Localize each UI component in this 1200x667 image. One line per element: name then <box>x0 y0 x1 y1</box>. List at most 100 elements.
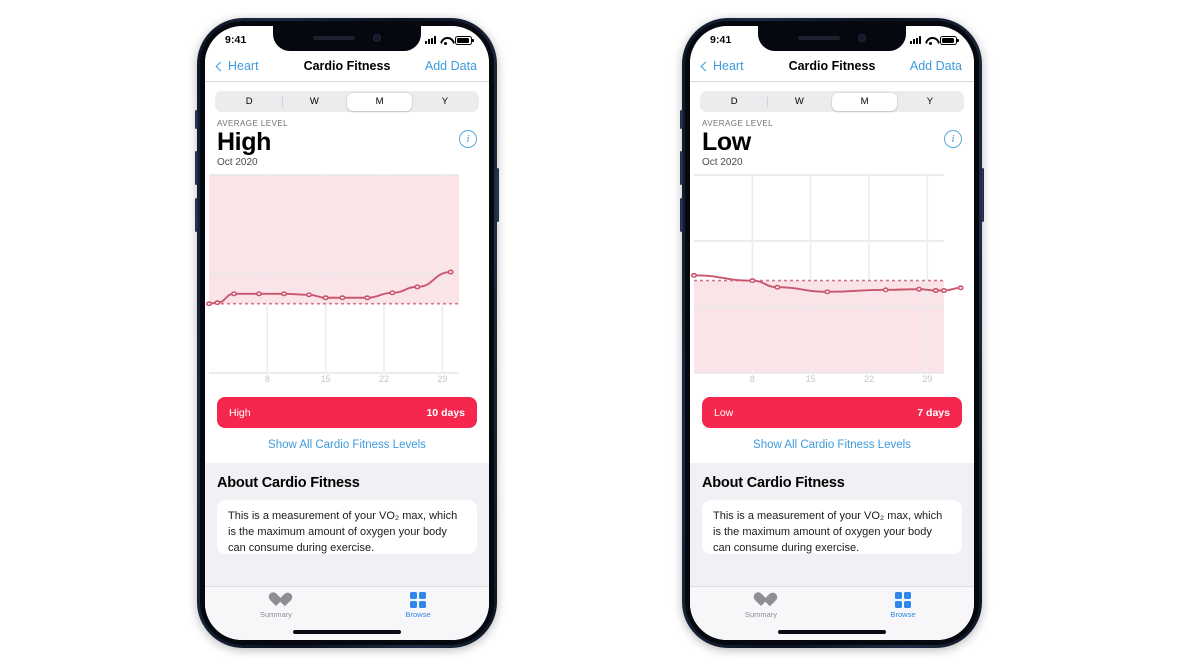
tab-summary[interactable]: Summary <box>205 592 347 619</box>
cellular-signal-icon <box>425 36 436 44</box>
segment-m[interactable]: M <box>832 92 898 111</box>
segment-label: M <box>375 96 384 107</box>
wifi-icon <box>440 36 451 45</box>
content-scroll-view[interactable]: D W M Y AVERAGE LEVEL Low Oct 2020 i 102024… <box>690 82 974 640</box>
about-section-body: This is a measurement of your VO₂ max, w… <box>217 500 477 554</box>
phone-screen: 9:41 Heart Cardio Fitness Add Data DWM Y… <box>690 26 974 640</box>
tab-browse[interactable]: Browse <box>832 592 974 619</box>
x-axis-tick: 15 <box>320 374 331 384</box>
status-badge-count: 7 days <box>917 406 950 419</box>
navigation-bar: Heart Cardio Fitness Add Data <box>205 51 489 81</box>
status-bar-time: 9:41 <box>225 34 247 46</box>
status-badge-label: Low <box>714 406 734 419</box>
segment-d[interactable]: D <box>217 93 282 111</box>
add-data-button[interactable]: Add Data <box>910 59 962 73</box>
segment-label: Y <box>926 96 934 107</box>
battery-icon <box>940 35 959 45</box>
status-bar-time: 9:41 <box>710 34 732 46</box>
screenshot-stage: 9:41 Heart Cardio Fitness Add Data D W M Y… <box>0 0 1200 667</box>
tab-summary-label: Summary <box>259 610 293 619</box>
about-section-title: About Cardio Fitness <box>702 475 845 491</box>
segment-label: D <box>245 96 253 107</box>
battery-icon <box>455 35 474 45</box>
average-level-value: Low <box>702 128 751 156</box>
x-axis: 8 15 22 29 <box>209 373 459 387</box>
segment-y[interactable]: Y <box>897 93 962 111</box>
iphone-left: 9:41 Heart Cardio Fitness Add Data D W M Y… <box>195 18 499 648</box>
power-button[interactable] <box>981 168 984 222</box>
status-bar-indicators <box>425 33 474 45</box>
segment-d[interactable]: D <box>702 93 767 111</box>
notch <box>273 26 421 51</box>
heart-icon <box>268 592 285 608</box>
silent-switch[interactable] <box>680 110 683 129</box>
level-summary-row: Low 7 days <box>690 387 974 428</box>
wifi-icon <box>925 36 936 45</box>
volume-up-button[interactable] <box>195 151 198 185</box>
x-axis: 8 15 22 29 <box>694 373 944 387</box>
cardio-fitness-chart[interactable]: 40475060 <box>205 175 489 373</box>
segment-y[interactable]: Y <box>412 93 477 111</box>
tab-bar: Summary Browse <box>205 586 489 640</box>
power-button[interactable] <box>496 168 499 222</box>
volume-down-button[interactable] <box>680 198 683 232</box>
grid-squares-icon <box>410 592 426 608</box>
show-all-levels-link[interactable]: Show All Cardio Fitness Levels <box>690 428 974 463</box>
segment-label: D <box>730 96 738 107</box>
x-axis-tick: 8 <box>749 374 755 384</box>
content-scroll-view[interactable]: D W M Y AVERAGE LEVEL High Oct 2020 i 40475… <box>205 82 489 640</box>
segment-w[interactable]: W <box>281 93 347 111</box>
time-range-segmented-control[interactable]: DWMY <box>205 82 489 112</box>
average-level-value: High <box>217 128 271 156</box>
front-camera-icon <box>373 33 381 42</box>
level-status-pill[interactable]: Low 7 days <box>702 397 962 428</box>
segment-w[interactable]: W <box>766 93 832 111</box>
about-section-title: About Cardio Fitness <box>217 475 360 491</box>
chart-date-range: Oct 2020 <box>702 157 743 168</box>
average-level-label: AVERAGE LEVEL <box>702 119 774 128</box>
show-all-levels-link[interactable]: Show All Cardio Fitness Levels <box>205 428 489 463</box>
chart-header: AVERAGE LEVEL Low Oct 2020 i <box>690 112 974 168</box>
status-badge-label: High <box>229 406 251 419</box>
volume-up-button[interactable] <box>680 151 683 185</box>
chart-plot-area <box>694 175 944 373</box>
x-axis-tick: 29 <box>922 374 933 384</box>
cellular-signal-icon <box>910 36 921 44</box>
tab-bar: Summary Browse <box>690 586 974 640</box>
x-axis-tick: 15 <box>805 374 816 384</box>
x-axis-tick: 8 <box>264 374 270 384</box>
iphone-right: 9:41 Heart Cardio Fitness Add Data DWM Y… <box>680 18 984 648</box>
tab-browse[interactable]: Browse <box>347 592 489 619</box>
segment-label: Y <box>441 96 449 107</box>
tab-browse-label: Browse <box>405 610 431 619</box>
chart-plot-area <box>209 175 459 373</box>
segment-label: W <box>309 96 319 107</box>
segment-label: W <box>794 96 804 107</box>
level-status-pill[interactable]: High 10 days <box>217 397 477 428</box>
cardio-fitness-chart[interactable]: 1020243040 <box>690 175 974 373</box>
status-bar-indicators <box>910 33 959 45</box>
add-data-button[interactable]: Add Data <box>425 59 477 73</box>
tab-summary[interactable]: Summary <box>690 592 832 619</box>
x-axis-tick: 29 <box>437 374 448 384</box>
silent-switch[interactable] <box>195 110 198 129</box>
volume-down-button[interactable] <box>195 198 198 232</box>
segment-m[interactable]: M <box>347 92 413 111</box>
grid-squares-icon <box>895 592 911 608</box>
info-circle-icon[interactable]: i <box>459 130 477 148</box>
info-circle-icon[interactable]: i <box>944 130 962 148</box>
time-range-segmented-control[interactable]: DWMY <box>690 82 974 112</box>
earpiece-speaker-icon <box>313 35 355 40</box>
x-axis-tick: 22 <box>863 374 875 384</box>
earpiece-speaker-icon <box>798 35 840 40</box>
home-indicator[interactable] <box>293 630 401 634</box>
phone-screen: 9:41 Heart Cardio Fitness Add Data D W M Y… <box>205 26 489 640</box>
front-camera-icon <box>858 33 866 42</box>
tab-summary-label: Summary <box>744 610 778 619</box>
heart-icon <box>753 592 770 608</box>
home-indicator[interactable] <box>778 630 886 634</box>
status-badge-count: 10 days <box>426 406 465 419</box>
chart-date-range: Oct 2020 <box>217 157 258 168</box>
notch <box>758 26 906 51</box>
chart-header: AVERAGE LEVEL High Oct 2020 i <box>205 112 489 168</box>
